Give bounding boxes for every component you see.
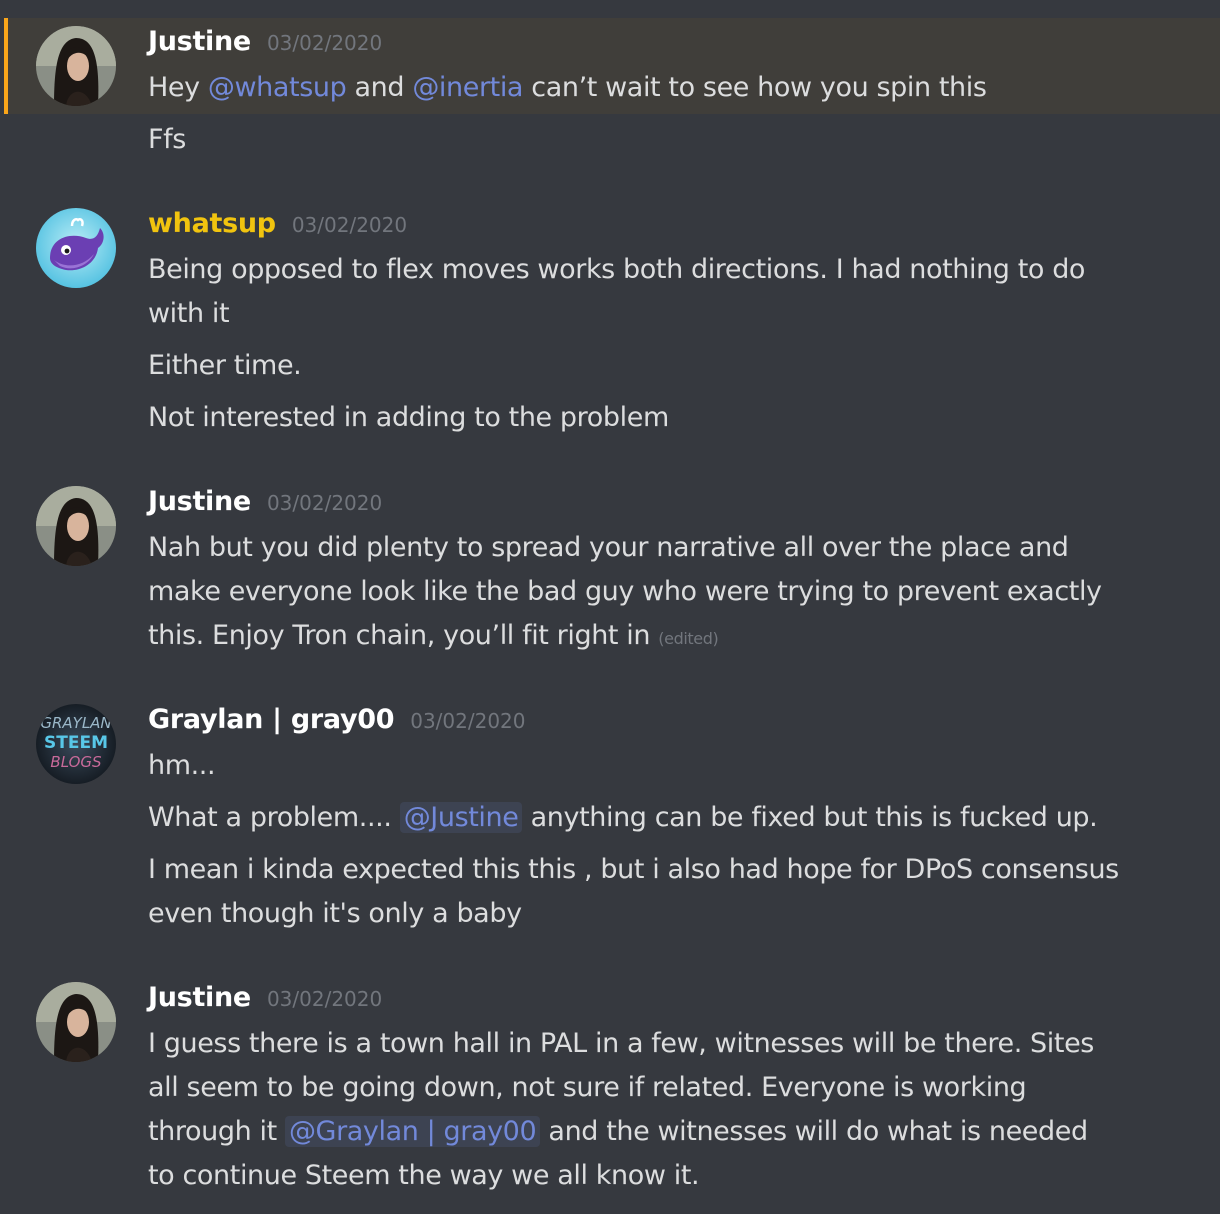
text-segment: What a problem....	[148, 802, 400, 833]
message-text: with it	[148, 298, 230, 329]
highlight-accent-bar	[4, 18, 8, 114]
message-header: Justine 03/02/2020	[148, 26, 382, 60]
username[interactable]: Graylan | gray00	[148, 704, 395, 735]
message-header: Graylan | gray00 03/02/2020	[148, 704, 526, 738]
message-text: through it @Graylan | gray00 and the wit…	[148, 1110, 1088, 1154]
avatar-whatsup[interactable]	[36, 208, 116, 288]
top-strip	[0, 0, 1220, 18]
username[interactable]: Justine	[148, 982, 251, 1013]
message-header: Justine 03/02/2020	[148, 486, 382, 520]
text-segment: and the witnesses will do what is needed	[540, 1116, 1088, 1147]
message-text: make everyone look like the bad guy who …	[148, 576, 1102, 607]
avatar-justine[interactable]	[36, 26, 116, 106]
mention-graylan[interactable]: @Graylan | gray00	[284, 1116, 541, 1147]
avatar-justine[interactable]	[36, 486, 116, 566]
timestamp[interactable]: 03/02/2020	[410, 709, 525, 733]
avatar-text-1: GRAYLAN	[40, 714, 111, 732]
message-header: whatsup 03/02/2020	[148, 208, 407, 242]
text-segment: Hey	[148, 72, 208, 103]
message-text: to continue Steem the way we all know it…	[148, 1160, 700, 1191]
timestamp[interactable]: 03/02/2020	[267, 987, 382, 1011]
message-text: even though it's only a baby	[148, 898, 522, 929]
mention-inertia[interactable]: @inertia	[412, 72, 523, 103]
avatar-graylan[interactable]: GRAYLAN STEEM BLOGS	[36, 704, 116, 784]
text-segment: can’t wait to see how you spin this	[523, 72, 987, 103]
mention-justine[interactable]: @Justine	[399, 802, 523, 833]
message-header: Justine 03/02/2020	[148, 982, 382, 1016]
username[interactable]: Justine	[148, 486, 251, 517]
text-segment: and	[346, 72, 413, 103]
edited-label: (edited)	[658, 629, 719, 648]
message-text: Being opposed to flex moves works both d…	[148, 254, 1086, 285]
message-text: What a problem.... @Justine anything can…	[148, 796, 1098, 840]
message-text: Ffs	[148, 124, 186, 155]
timestamp[interactable]: 03/02/2020	[267, 31, 382, 55]
avatar-text-2: STEEM	[44, 733, 108, 753]
message-text: Either time.	[148, 350, 302, 381]
text-segment: this. Enjoy Tron chain, you’ll fit right…	[148, 620, 651, 651]
timestamp[interactable]: 03/02/2020	[267, 491, 382, 515]
message-text: Nah but you did plenty to spread your na…	[148, 532, 1069, 563]
timestamp[interactable]: 03/02/2020	[292, 213, 407, 237]
message-text: Not interested in adding to the problem	[148, 402, 669, 433]
username[interactable]: Justine	[148, 26, 251, 57]
message-text: I mean i kinda expected this this , but …	[148, 854, 1119, 885]
mention-whatsup[interactable]: @whatsup	[208, 72, 347, 103]
username[interactable]: whatsup	[148, 208, 276, 239]
avatar-text-3: BLOGS	[50, 753, 102, 771]
text-segment: through it	[148, 1116, 285, 1147]
message-text: all seem to be going down, not sure if r…	[148, 1072, 1027, 1103]
message-text: I guess there is a town hall in PAL in a…	[148, 1028, 1094, 1059]
message-text: this. Enjoy Tron chain, you’ll fit right…	[148, 614, 719, 661]
avatar-justine[interactable]	[36, 982, 116, 1062]
text-segment: anything can be fixed but this is fucked…	[522, 802, 1098, 833]
message-text: hm...	[148, 750, 216, 781]
message-text: Hey @whatsup and @inertia can’t wait to …	[148, 66, 987, 110]
